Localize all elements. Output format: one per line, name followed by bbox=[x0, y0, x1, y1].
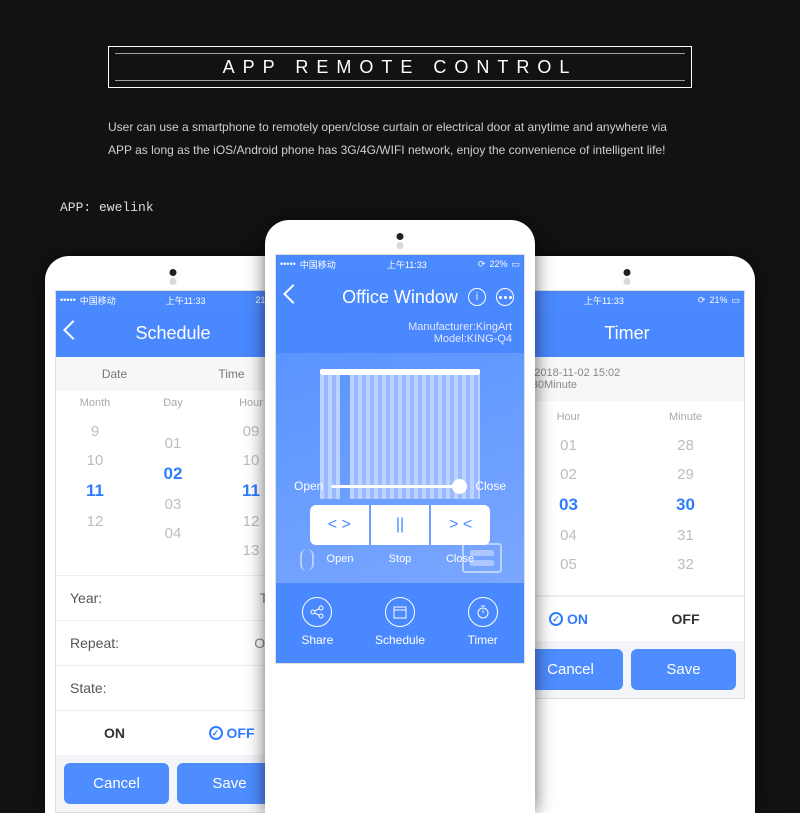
phone-timer: 上午11:33 ⟳ 21% ▭ Timer at:2018-11-02 15:0… bbox=[499, 256, 755, 813]
phone-camera bbox=[170, 269, 177, 276]
cancel-button[interactable]: Cancel bbox=[64, 763, 169, 804]
open-label: Open bbox=[310, 553, 370, 565]
battery-icon: ▭ bbox=[731, 295, 740, 306]
slider-label-close: Close bbox=[475, 479, 506, 493]
header-schedule: Schedule bbox=[56, 309, 290, 357]
open-close-slider[interactable]: Open Close bbox=[294, 479, 506, 493]
check-icon: ✓ bbox=[209, 726, 223, 740]
battery-text: 21% bbox=[709, 295, 727, 305]
battery-icon: ▭ bbox=[511, 259, 520, 270]
device-meta: Manufacturer:KingArt Model:KING-Q4 bbox=[276, 321, 524, 353]
open-button[interactable]: < > bbox=[310, 505, 369, 545]
schedule-tabs: Date Time bbox=[56, 357, 290, 391]
curtain-visual: Open Close < > || > < Open Stop Close bbox=[276, 353, 524, 583]
signal-icon: ••••• bbox=[280, 259, 296, 269]
picker-label-month: Month bbox=[56, 397, 134, 409]
header-timer: Timer bbox=[510, 309, 744, 357]
screen-timer: 上午11:33 ⟳ 21% ▭ Timer at:2018-11-02 15:0… bbox=[509, 290, 745, 699]
status-time: 上午11:33 bbox=[120, 294, 252, 307]
state-on-button[interactable]: ON bbox=[56, 711, 173, 755]
row-state[interactable]: State: bbox=[56, 665, 290, 710]
carrier: 中国移动 bbox=[300, 258, 336, 271]
status-time: 上午11:33 bbox=[340, 258, 474, 271]
statusbar: ••••• 中国移动 上午11:33 21% ▭ bbox=[56, 291, 290, 309]
app-label: APP: ewelink bbox=[60, 200, 154, 215]
phone-schedule: ••••• 中国移动 上午11:33 21% ▭ Schedule Date T… bbox=[45, 256, 301, 813]
description-text: User can use a smartphone to remotely op… bbox=[108, 116, 692, 162]
save-button[interactable]: Save bbox=[631, 649, 736, 690]
loading-icon: ⟳ bbox=[478, 259, 486, 270]
header-title: Timer bbox=[604, 323, 649, 344]
header-device: Office Window i bbox=[276, 273, 524, 321]
schedule-button[interactable]: Schedule bbox=[359, 597, 442, 647]
screen-schedule: ••••• 中国移动 上午11:33 21% ▭ Schedule Date T… bbox=[55, 290, 291, 813]
phone-device: ••••• 中国移动 上午11:33 ⟳ 22% ▭ Office Window… bbox=[265, 220, 535, 813]
share-button[interactable]: Share bbox=[276, 597, 359, 647]
close-button[interactable]: > < bbox=[431, 505, 490, 545]
title-box: APP REMOTE CONTROL bbox=[108, 46, 692, 88]
loading-icon: ⟳ bbox=[698, 295, 706, 306]
title-inner-border bbox=[115, 53, 685, 81]
header-title: Schedule bbox=[135, 323, 210, 344]
slider-label-open: Open bbox=[294, 479, 323, 493]
info-icon[interactable]: i bbox=[468, 288, 486, 306]
back-icon[interactable] bbox=[63, 320, 83, 340]
picker-label-day: Day bbox=[134, 397, 212, 409]
carrier: 中国移动 bbox=[80, 294, 116, 307]
row-repeat[interactable]: Repeat:Onl bbox=[56, 620, 290, 665]
tab-date[interactable]: Date bbox=[56, 357, 173, 391]
close-label: Close bbox=[430, 553, 490, 565]
duration-picker[interactable]: Hour 01 02 03 04 05 Minute 28 29 30 31 3… bbox=[510, 401, 744, 596]
statusbar: 上午11:33 ⟳ 21% ▭ bbox=[510, 291, 744, 309]
screen-device: ••••• 中国移动 上午11:33 ⟳ 22% ▭ Office Window… bbox=[275, 254, 525, 664]
signal-icon: ••••• bbox=[60, 295, 76, 305]
status-time: 上午11:33 bbox=[514, 294, 694, 307]
stop-label: Stop bbox=[370, 553, 430, 565]
battery-text: 22% bbox=[489, 259, 507, 269]
phones-row: ••••• 中国移动 上午11:33 21% ▭ Schedule Date T… bbox=[0, 220, 800, 813]
picker-label-minute: Minute bbox=[627, 411, 744, 423]
timer-meta: at:2018-11-02 15:02 ur30Minute bbox=[510, 357, 744, 401]
control-buttons: < > || > < bbox=[310, 505, 490, 545]
timer-button[interactable]: Timer bbox=[441, 597, 524, 647]
share-icon bbox=[302, 597, 332, 627]
check-icon: ✓ bbox=[549, 612, 563, 626]
bottom-actions: Share Schedule Timer bbox=[276, 583, 524, 663]
statusbar: ••••• 中国移动 上午11:33 ⟳ 22% ▭ bbox=[276, 255, 524, 273]
more-icon[interactable] bbox=[496, 288, 514, 306]
calendar-icon bbox=[385, 597, 415, 627]
header-title: Office Window bbox=[342, 287, 458, 308]
phone-camera bbox=[624, 269, 631, 276]
state-off-button[interactable]: OFF bbox=[627, 597, 744, 641]
back-icon[interactable] bbox=[283, 284, 303, 304]
date-picker[interactable]: Month 9 10 11 12 Day 01 02 03 04 bbox=[56, 391, 290, 575]
stop-button[interactable]: || bbox=[371, 505, 430, 545]
phone-camera bbox=[397, 233, 404, 240]
timer-icon bbox=[468, 597, 498, 627]
row-year[interactable]: Year:Th bbox=[56, 575, 290, 620]
slider-thumb[interactable] bbox=[452, 479, 467, 494]
